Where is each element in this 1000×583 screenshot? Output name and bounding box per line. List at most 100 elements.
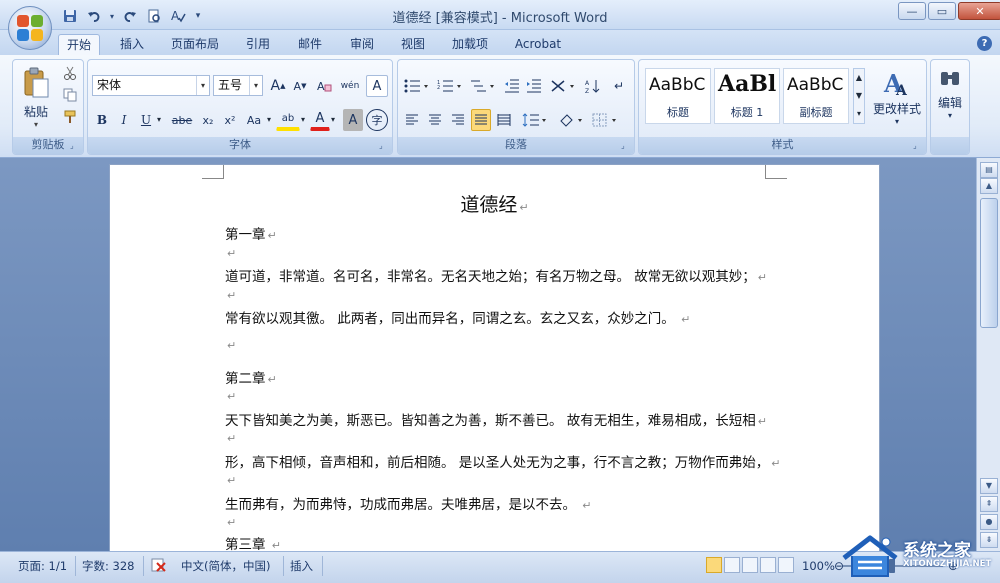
change-case-button[interactable]: Aa bbox=[242, 109, 266, 131]
window-title: 道德经 [兼容模式] - Microsoft Word bbox=[392, 11, 608, 26]
web-layout-view-icon[interactable] bbox=[742, 557, 758, 573]
style-heading-1[interactable]: AaBl 标题 1 bbox=[714, 68, 780, 124]
tab-view[interactable]: 视图 bbox=[391, 34, 435, 55]
change-styles-button[interactable]: AA 更改样式 ▾ bbox=[869, 66, 925, 128]
tab-home[interactable]: 开始 bbox=[58, 34, 100, 55]
word-count[interactable]: 字数: 328 bbox=[82, 557, 134, 575]
styles-gallery-scroll[interactable]: ▲ ▼ ▾ bbox=[853, 68, 865, 124]
font-color-dropdown-icon[interactable]: ▾ bbox=[331, 115, 335, 124]
paste-button[interactable]: 粘贴 ▾ bbox=[16, 63, 56, 133]
highlight-dropdown-icon[interactable]: ▾ bbox=[301, 115, 305, 124]
tab-acrobat[interactable]: Acrobat bbox=[508, 34, 568, 55]
style-title[interactable]: AaBbC 标题 bbox=[645, 68, 711, 124]
tab-mailings[interactable]: 邮件 bbox=[288, 34, 332, 55]
maximize-icon[interactable]: ▭ bbox=[928, 2, 956, 20]
tab-references[interactable]: 引用 bbox=[236, 34, 280, 55]
multilevel-list-icon[interactable] bbox=[468, 75, 498, 97]
line-spacing-icon[interactable] bbox=[520, 109, 550, 131]
previous-page-icon[interactable]: ⇞ bbox=[980, 496, 998, 512]
bold-button[interactable]: B bbox=[92, 109, 112, 131]
doc-line[interactable]: 第二章 ↵ bbox=[225, 367, 277, 387]
help-icon[interactable]: ? bbox=[977, 36, 992, 51]
ruler-toggle-icon[interactable]: ▤ bbox=[980, 162, 998, 178]
format-painter-icon[interactable] bbox=[60, 107, 80, 127]
character-shading-button[interactable]: A bbox=[343, 109, 363, 131]
close-icon[interactable]: ✕ bbox=[958, 2, 1000, 20]
align-center-icon[interactable] bbox=[425, 109, 445, 131]
shrink-font-button[interactable]: A ▼ bbox=[290, 75, 310, 97]
underline-dropdown-icon[interactable]: ▾ bbox=[157, 115, 161, 124]
editing-label: 编辑 bbox=[937, 96, 962, 110]
numbering-icon[interactable]: 12 bbox=[435, 75, 465, 97]
font-size-dropdown-icon[interactable]: ▾ bbox=[249, 76, 262, 95]
tab-addins[interactable]: 加载项 bbox=[444, 34, 496, 55]
doc-line[interactable]: 形，高下相倾，音声相和，前后相随。 是以圣人处无为之事，行不言之教；万物作而弗始… bbox=[225, 451, 781, 471]
highlight-button[interactable]: ab bbox=[276, 109, 300, 131]
font-name-dropdown-icon[interactable]: ▾ bbox=[196, 76, 209, 95]
scroll-up-icon[interactable]: ▲ bbox=[980, 178, 998, 194]
outline-view-icon[interactable] bbox=[760, 557, 776, 573]
tab-page-layout[interactable]: 页面布局 bbox=[163, 34, 227, 55]
scroll-down-icon[interactable]: ▼ bbox=[980, 478, 998, 494]
vertical-scrollbar[interactable]: ▤ ▲ ▼ ⇞ ● ⇟ bbox=[976, 158, 1000, 551]
sort-icon[interactable]: AZ bbox=[582, 75, 604, 97]
increase-indent-icon[interactable] bbox=[524, 75, 544, 97]
underline-button[interactable]: U bbox=[136, 109, 156, 131]
phonetic-guide-button[interactable]: wén bbox=[338, 75, 362, 97]
chinese-layout-icon[interactable] bbox=[548, 75, 578, 97]
office-button[interactable] bbox=[8, 6, 52, 50]
grow-font-button[interactable]: A ▲ bbox=[268, 75, 288, 97]
align-left-icon[interactable] bbox=[402, 109, 422, 131]
tab-insert[interactable]: 插入 bbox=[110, 34, 154, 55]
change-case-dropdown-icon[interactable]: ▾ bbox=[267, 115, 271, 124]
styles-dialog-launcher-icon[interactable]: ⌟ bbox=[913, 141, 923, 151]
document-page[interactable]: 道德经 ↵ 第一章 ↵ ↵ 道可道，非常道。名可名，非常名。无名天地之始；有名万物之… bbox=[109, 164, 880, 554]
doc-line[interactable]: 常有欲以观其徼。 此两者，同出而异名，同谓之玄。玄之又玄，众妙之门。 ↵ bbox=[225, 307, 690, 327]
subscript-button[interactable]: x₂ bbox=[198, 109, 218, 131]
enclose-characters-button[interactable]: 字 bbox=[366, 109, 388, 131]
style-subtitle[interactable]: AaBbC 副标题 bbox=[783, 68, 849, 124]
zoom-level[interactable]: 100% bbox=[802, 557, 835, 575]
print-layout-view-icon[interactable] bbox=[706, 557, 722, 573]
doc-line[interactable]: 第三章 ↵ bbox=[225, 533, 281, 553]
doc-line[interactable]: 道可道，非常道。名可名，非常名。无名天地之始；有名万物之母。 故常无欲以观其妙；… bbox=[225, 265, 767, 285]
language-indicator[interactable]: 中文(简体，中国) bbox=[181, 557, 270, 575]
clear-format-icon[interactable]: A bbox=[313, 75, 335, 97]
font-dialog-launcher-icon[interactable]: ⌟ bbox=[379, 141, 389, 151]
doc-line[interactable]: 天下皆知美之为美，斯恶已。皆知善之为善，斯不善已。 故有无相生，难易相成，长短相… bbox=[225, 409, 767, 429]
document-heading[interactable]: 道德经 ↵ bbox=[110, 190, 879, 217]
doc-line[interactable]: 生而弗有，为而弗恃，功成而弗居。夫唯弗居，是以不去。 ↵ bbox=[225, 493, 592, 513]
page-count[interactable]: 页面: 1/1 bbox=[18, 557, 67, 575]
distributed-icon[interactable] bbox=[494, 109, 514, 131]
tab-review[interactable]: 审阅 bbox=[340, 34, 384, 55]
strikethrough-button[interactable]: abe bbox=[168, 109, 196, 131]
align-right-icon[interactable] bbox=[448, 109, 468, 131]
show-paragraph-marks-icon[interactable]: ↵ bbox=[608, 75, 630, 97]
shading-icon[interactable] bbox=[556, 109, 586, 131]
editing-button[interactable]: 编辑 ▾ bbox=[933, 64, 967, 126]
font-size-combo[interactable]: 五号 ▾ bbox=[213, 75, 263, 96]
full-screen-reading-view-icon[interactable] bbox=[724, 557, 740, 573]
doc-line[interactable]: 第一章 ↵ bbox=[225, 223, 277, 243]
empty-paragraph-mark: ↵ bbox=[227, 289, 237, 302]
justify-icon[interactable] bbox=[471, 109, 491, 131]
borders-icon[interactable] bbox=[590, 109, 620, 131]
insert-mode-indicator[interactable]: 插入 bbox=[290, 557, 313, 575]
scroll-thumb[interactable] bbox=[980, 198, 998, 328]
proofing-icon[interactable] bbox=[150, 557, 168, 575]
superscript-button[interactable]: x² bbox=[220, 109, 240, 131]
styles-group-label: 样式 bbox=[639, 137, 926, 154]
draft-view-icon[interactable] bbox=[778, 557, 794, 573]
paragraph-dialog-launcher-icon[interactable]: ⌟ bbox=[621, 141, 631, 151]
clipboard-dialog-launcher-icon[interactable]: ⌟ bbox=[70, 141, 80, 151]
decrease-indent-icon[interactable] bbox=[502, 75, 522, 97]
bullets-icon[interactable] bbox=[402, 75, 432, 97]
italic-button[interactable]: I bbox=[114, 109, 134, 131]
character-border-button[interactable]: A bbox=[366, 75, 388, 97]
change-styles-label: 更改样式 bbox=[872, 102, 921, 116]
font-name-combo[interactable]: 宋体 ▾ bbox=[92, 75, 210, 96]
minimize-icon[interactable]: — bbox=[898, 2, 926, 20]
font-color-button[interactable]: A bbox=[310, 109, 330, 131]
cut-icon[interactable] bbox=[60, 63, 80, 83]
copy-icon[interactable] bbox=[60, 85, 80, 105]
